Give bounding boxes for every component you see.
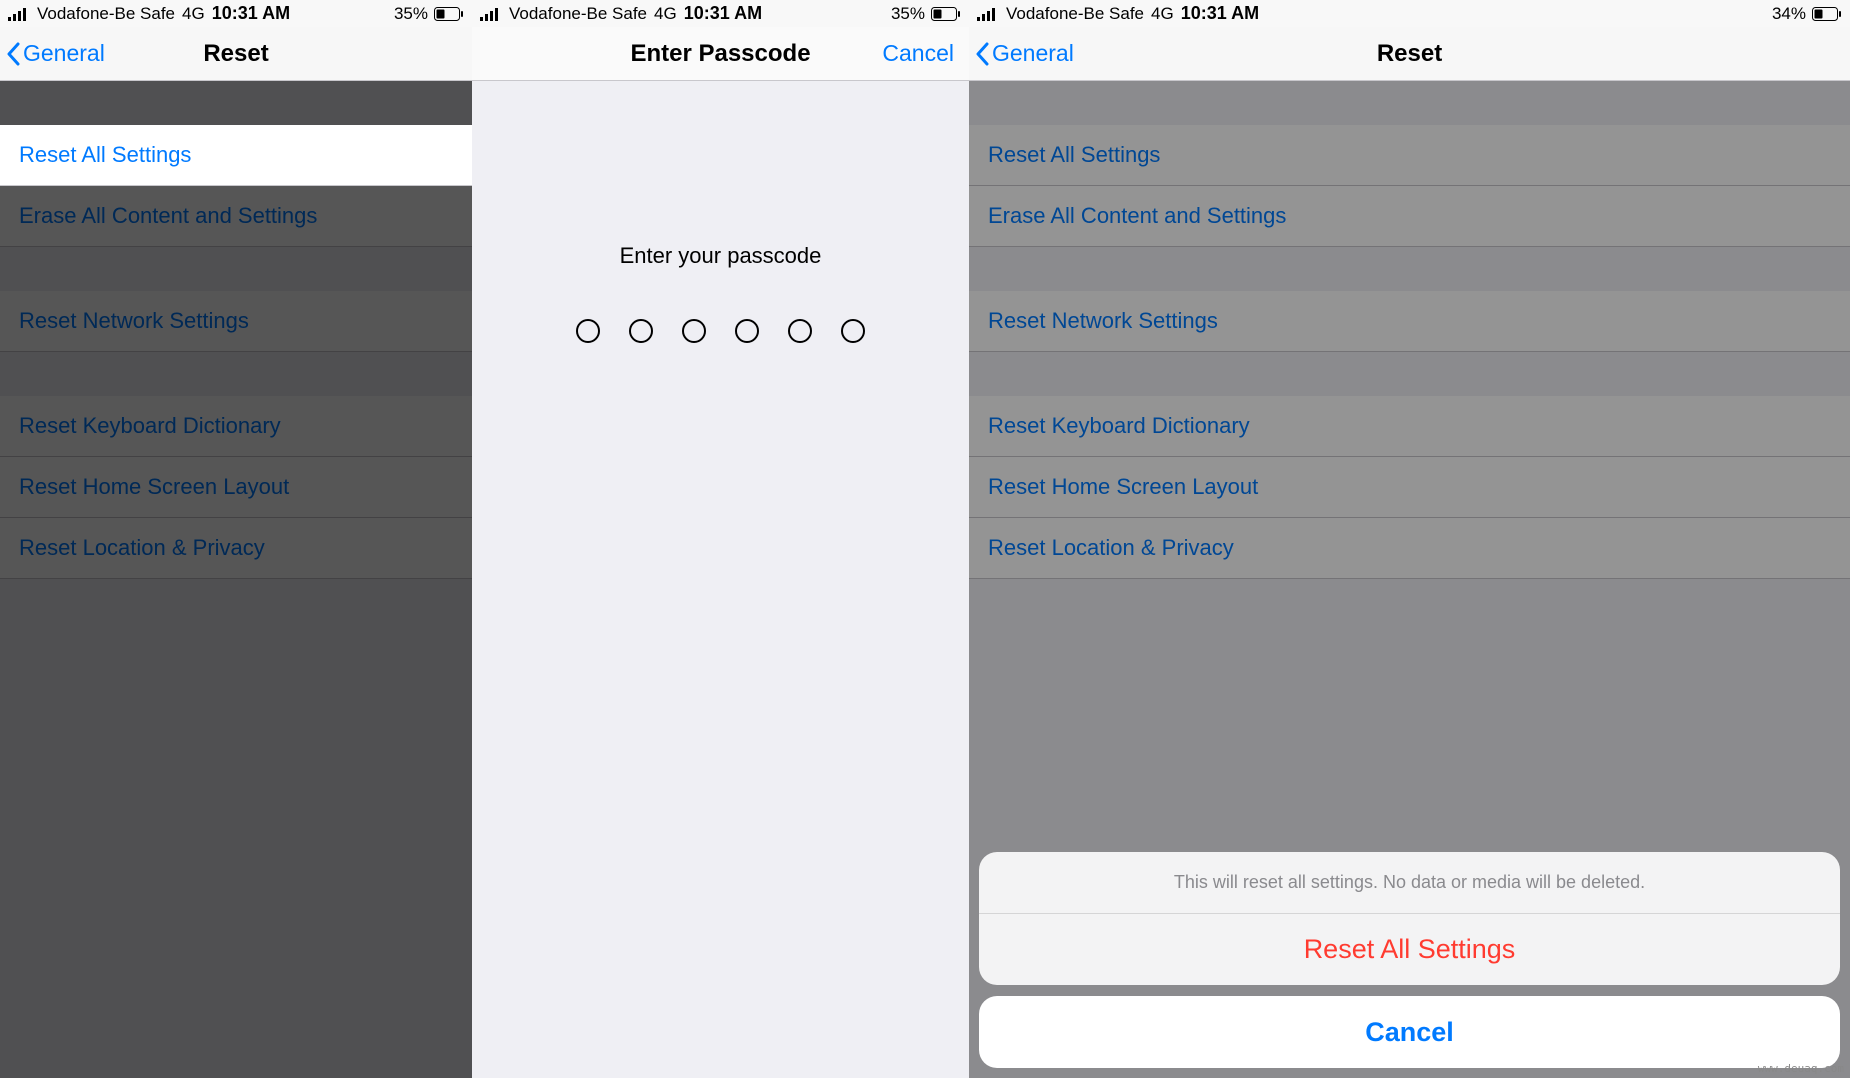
nav-bar: Enter Passcode Cancel (472, 27, 969, 81)
network-label: 4G (1151, 4, 1174, 24)
status-bar: Vodafone-Be Safe 4G 10:31 AM 34% (969, 0, 1850, 27)
reset-location-row[interactable]: Reset Location & Privacy (0, 518, 472, 579)
reset-home-row[interactable]: Reset Home Screen Layout (0, 457, 472, 518)
nav-bar: General Reset (0, 27, 472, 81)
passcode-dots[interactable] (576, 319, 865, 343)
sheet-cancel-button[interactable]: Cancel (979, 996, 1840, 1068)
passcode-dot (682, 319, 706, 343)
battery-percent: 35% (394, 4, 428, 24)
status-bar: Vodafone-Be Safe 4G 10:31 AM 35% (0, 0, 472, 27)
passcode-prompt: Enter your passcode (620, 243, 822, 269)
screen-reset-list: Vodafone-Be Safe 4G 10:31 AM 35% General… (0, 0, 472, 1078)
battery-icon (434, 7, 464, 21)
chevron-left-icon (975, 42, 990, 66)
reset-home-row[interactable]: Reset Home Screen Layout (969, 457, 1850, 518)
cancel-button[interactable]: Cancel (882, 40, 969, 67)
nav-title: Reset (969, 40, 1850, 68)
watermark: www.deuaq.com (1758, 1062, 1844, 1075)
sheet-confirm-button[interactable]: Reset All Settings (979, 913, 1840, 985)
battery-icon (931, 7, 961, 21)
passcode-dot (576, 319, 600, 343)
time-label: 10:31 AM (212, 3, 290, 24)
passcode-dot (788, 319, 812, 343)
battery-percent: 35% (891, 4, 925, 24)
back-label: General (992, 40, 1074, 67)
time-label: 10:31 AM (684, 3, 762, 24)
network-label: 4G (182, 4, 205, 24)
reset-list: Reset All Settings Erase All Content and… (0, 81, 472, 1078)
network-label: 4G (654, 4, 677, 24)
reset-all-settings-row[interactable]: Reset All Settings (969, 125, 1850, 186)
reset-keyboard-row[interactable]: Reset Keyboard Dictionary (0, 396, 472, 457)
back-button[interactable]: General (969, 40, 1074, 67)
back-label: General (23, 40, 105, 67)
status-bar: Vodafone-Be Safe 4G 10:31 AM 35% (472, 0, 969, 27)
sheet-message: This will reset all settings. No data or… (979, 852, 1840, 913)
passcode-dot (629, 319, 653, 343)
battery-icon (1812, 7, 1842, 21)
chevron-left-icon (6, 42, 21, 66)
passcode-dot (735, 319, 759, 343)
signal-icon (8, 7, 30, 21)
erase-all-content-row[interactable]: Erase All Content and Settings (0, 186, 472, 247)
battery-percent: 34% (1772, 4, 1806, 24)
erase-all-content-row[interactable]: Erase All Content and Settings (969, 186, 1850, 247)
time-label: 10:31 AM (1181, 3, 1259, 24)
reset-location-row[interactable]: Reset Location & Privacy (969, 518, 1850, 579)
sheet-group: This will reset all settings. No data or… (979, 852, 1840, 985)
carrier-label: Vodafone-Be Safe (37, 4, 175, 24)
signal-icon (480, 7, 502, 21)
action-sheet: This will reset all settings. No data or… (979, 852, 1840, 1068)
reset-network-row[interactable]: Reset Network Settings (969, 291, 1850, 352)
nav-bar: General Reset (969, 27, 1850, 81)
passcode-dot (841, 319, 865, 343)
carrier-label: Vodafone-Be Safe (1006, 4, 1144, 24)
reset-network-row[interactable]: Reset Network Settings (0, 291, 472, 352)
carrier-label: Vodafone-Be Safe (509, 4, 647, 24)
screen-action-sheet: Vodafone-Be Safe 4G 10:31 AM 34% General… (969, 0, 1850, 1078)
reset-all-settings-row[interactable]: Reset All Settings (0, 125, 472, 186)
reset-keyboard-row[interactable]: Reset Keyboard Dictionary (969, 396, 1850, 457)
back-button[interactable]: General (0, 40, 105, 67)
signal-icon (977, 7, 999, 21)
passcode-body: Enter your passcode (472, 81, 969, 1078)
screen-passcode: Vodafone-Be Safe 4G 10:31 AM 35% Enter P… (472, 0, 969, 1078)
